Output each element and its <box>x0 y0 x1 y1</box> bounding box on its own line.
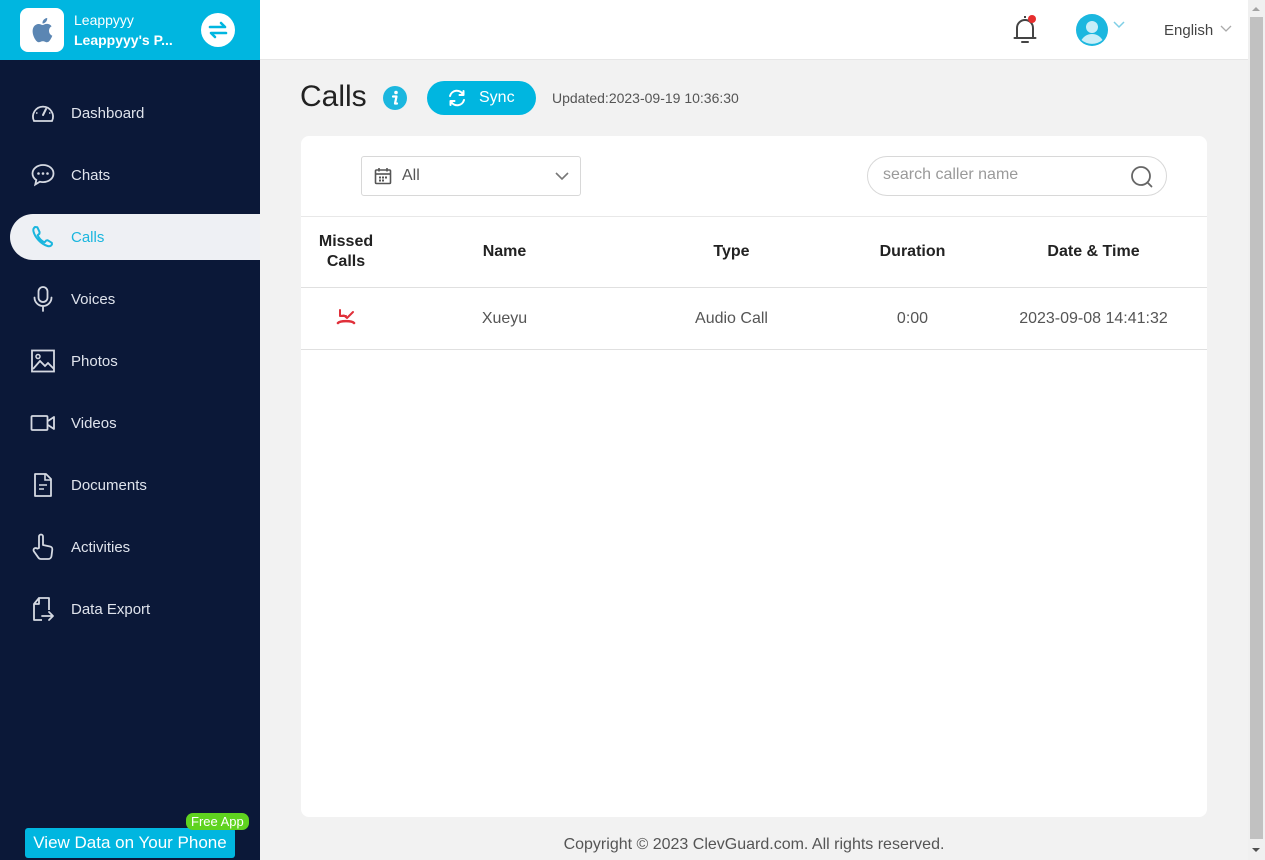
microphone-icon <box>30 286 56 312</box>
missed-cell <box>301 307 391 330</box>
dashboard-icon <box>30 100 56 126</box>
sidebar-item-photos[interactable]: Photos <box>0 338 260 384</box>
hand-pointer-icon <box>30 533 56 560</box>
sidebar-item-label: Chats <box>71 166 111 184</box>
sidebar-item-label: Activities <box>71 538 131 556</box>
table-header: Missed Calls Name Type Duration Date & Ti… <box>301 216 1207 288</box>
column-header-name[interactable]: Name <box>391 242 618 262</box>
last-updated-text: Updated:2023-09-19 10:36:30 <box>552 90 739 106</box>
language-selector[interactable]: English <box>1164 22 1213 39</box>
column-header-type[interactable]: Type <box>618 242 845 262</box>
sidebar-item-dashboard[interactable]: Dashboard <box>0 90 260 136</box>
sync-label: Sync <box>479 89 515 106</box>
search-input[interactable] <box>883 166 1123 184</box>
document-icon <box>30 472 56 498</box>
chat-icon <box>30 162 56 188</box>
page-title: Calls <box>300 80 367 113</box>
chevron-down-icon[interactable] <box>1219 24 1233 34</box>
scroll-up-arrow[interactable] <box>1252 7 1260 11</box>
call-datetime: 2023-09-08 14:41:32 <box>1019 309 1168 327</box>
scroll-thumb[interactable] <box>1250 17 1263 839</box>
info-icon[interactable] <box>383 86 407 110</box>
apple-icon <box>20 8 64 52</box>
user-icon <box>1076 14 1108 46</box>
calendar-icon <box>374 168 392 185</box>
sync-button[interactable]: Sync <box>427 81 536 115</box>
account-name: Leappyyy <box>74 12 134 28</box>
photo-icon <box>30 348 56 374</box>
export-icon <box>30 596 56 622</box>
missed-call-icon <box>336 309 356 325</box>
video-icon <box>30 410 56 436</box>
switch-device-icon <box>208 21 228 39</box>
bell-icon <box>1013 15 1037 43</box>
caller-name: Xueyu <box>481 309 528 327</box>
phone-icon <box>30 224 56 250</box>
search-icon[interactable] <box>1130 165 1154 189</box>
switch-device-button[interactable] <box>201 13 235 47</box>
sidebar-item-chats[interactable]: Chats <box>0 152 260 198</box>
sidebar-item-label: Videos <box>71 414 117 432</box>
sidebar-item-calls[interactable]: Calls <box>10 214 260 260</box>
device-name: Leappyyy's P... <box>74 32 173 48</box>
sidebar: Leappyyy Leappyyy's P... Dashboard Chats… <box>0 0 260 860</box>
date-filter-select[interactable]: All <box>361 156 581 196</box>
column-header-missed-calls[interactable]: Missed Calls <box>301 232 391 272</box>
page-scrollbar[interactable] <box>1248 0 1265 860</box>
calls-table: Missed Calls Name Type Duration Date & Ti… <box>301 216 1207 350</box>
column-header-duration[interactable]: Duration <box>845 242 980 262</box>
column-header-date-time[interactable]: Date & Time <box>980 242 1207 262</box>
call-type: Audio Call <box>695 309 768 327</box>
date-filter-value: All <box>402 167 420 184</box>
call-duration: 0:00 <box>896 309 929 327</box>
sidebar-item-label: Voices <box>71 290 116 308</box>
copyright-footer: Copyright © 2023 ClevGuard.com. All righ… <box>563 836 945 853</box>
sidebar-item-label: Calls <box>71 228 105 246</box>
view-data-on-phone-button[interactable]: View Data on Your Phone <box>25 828 235 858</box>
sidebar-item-data-export[interactable]: Data Export <box>0 586 260 632</box>
notification-button[interactable] <box>1012 14 1040 46</box>
sidebar-item-voices[interactable]: Voices <box>0 276 260 322</box>
chevron-down-icon <box>555 172 569 181</box>
sync-icon <box>449 89 465 107</box>
sidebar-item-label: Data Export <box>71 600 151 618</box>
sidebar-item-label: Documents <box>71 476 147 494</box>
sidebar-nav: Dashboard Chats Calls Voices Photos Vide… <box>0 90 260 648</box>
calls-card: All MissedCalls Name Type Duration Date … <box>301 136 1207 817</box>
sidebar-item-activities[interactable]: Activities <box>0 524 260 570</box>
sidebar-item-label: Dashboard <box>71 104 145 122</box>
sidebar-item-videos[interactable]: Videos <box>0 400 260 446</box>
search-box <box>867 156 1167 196</box>
device-header: Leappyyy Leappyyy's P... <box>0 0 260 60</box>
free-app-badge: Free App <box>186 813 249 830</box>
scroll-down-arrow[interactable] <box>1252 848 1260 852</box>
chevron-down-icon[interactable] <box>1112 20 1126 30</box>
top-bar: English <box>260 0 1248 60</box>
sidebar-item-label: Photos <box>71 352 118 370</box>
table-row[interactable]: Xueyu Audio Call 0:00 2023-09-08 14:41:3… <box>301 288 1207 350</box>
avatar[interactable] <box>1076 14 1108 46</box>
sidebar-item-documents[interactable]: Documents <box>0 462 260 508</box>
